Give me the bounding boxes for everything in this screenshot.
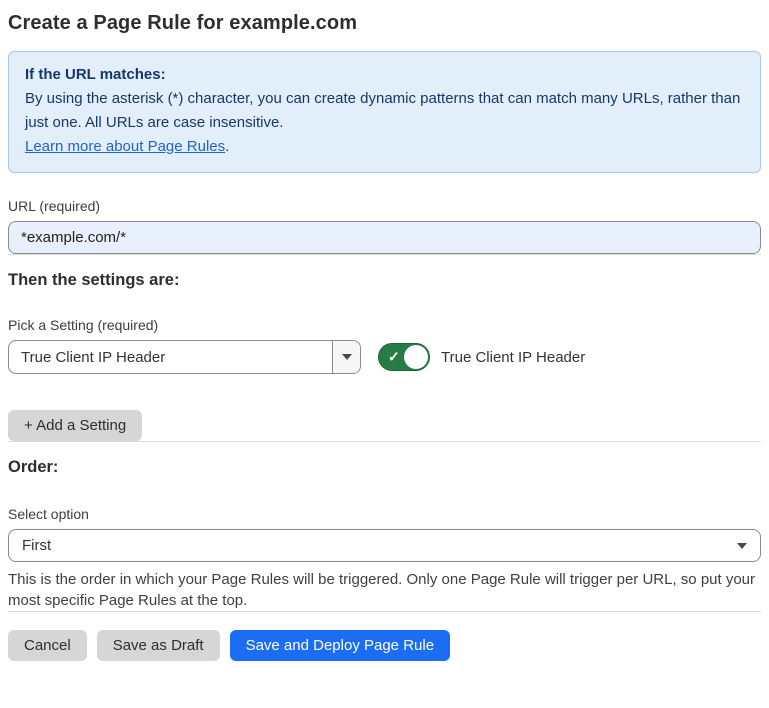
setting-select[interactable]: True Client IP Header [8, 340, 361, 374]
pick-setting-label: Pick a Setting (required) [8, 317, 761, 333]
toggle-knob [404, 345, 428, 369]
info-box-heading: If the URL matches: [25, 63, 744, 87]
order-select-label: Select option [8, 506, 761, 522]
url-input[interactable] [8, 221, 761, 254]
section-divider [8, 254, 761, 255]
url-match-info-box: If the URL matches: By using the asteris… [8, 51, 761, 173]
true-client-ip-toggle[interactable]: ✓ [378, 343, 430, 371]
setting-row: True Client IP Header ✓ True Client IP H… [8, 340, 761, 374]
order-select-value: First [22, 537, 51, 554]
section-divider [8, 441, 761, 442]
order-section-heading: Order: [8, 458, 761, 477]
setting-select-arrow-button[interactable] [332, 341, 360, 373]
order-help-text: This is the order in which your Page Rul… [8, 569, 761, 611]
page-title: Create a Page Rule for example.com [8, 12, 761, 35]
save-and-deploy-button[interactable]: Save and Deploy Page Rule [230, 630, 450, 661]
check-icon: ✓ [388, 350, 400, 364]
order-select[interactable]: First [8, 529, 761, 562]
toggle-label: True Client IP Header [441, 349, 585, 366]
cancel-button[interactable]: Cancel [8, 630, 87, 661]
url-field-label: URL (required) [8, 198, 761, 214]
save-as-draft-button[interactable]: Save as Draft [97, 630, 220, 661]
footer-button-row: Cancel Save as Draft Save and Deploy Pag… [8, 630, 761, 661]
learn-more-link[interactable]: Learn more about Page Rules [25, 138, 225, 155]
settings-section-heading: Then the settings are: [8, 271, 761, 290]
info-box-body-text: By using the asterisk (*) character, you… [25, 90, 740, 131]
info-box-body: By using the asterisk (*) character, you… [25, 87, 744, 159]
link-suffix: . [225, 138, 229, 155]
chevron-down-icon [737, 543, 747, 549]
chevron-down-icon [342, 354, 352, 360]
setting-select-value: True Client IP Header [9, 341, 332, 373]
add-setting-button[interactable]: + Add a Setting [8, 410, 142, 441]
footer-divider [8, 611, 761, 612]
